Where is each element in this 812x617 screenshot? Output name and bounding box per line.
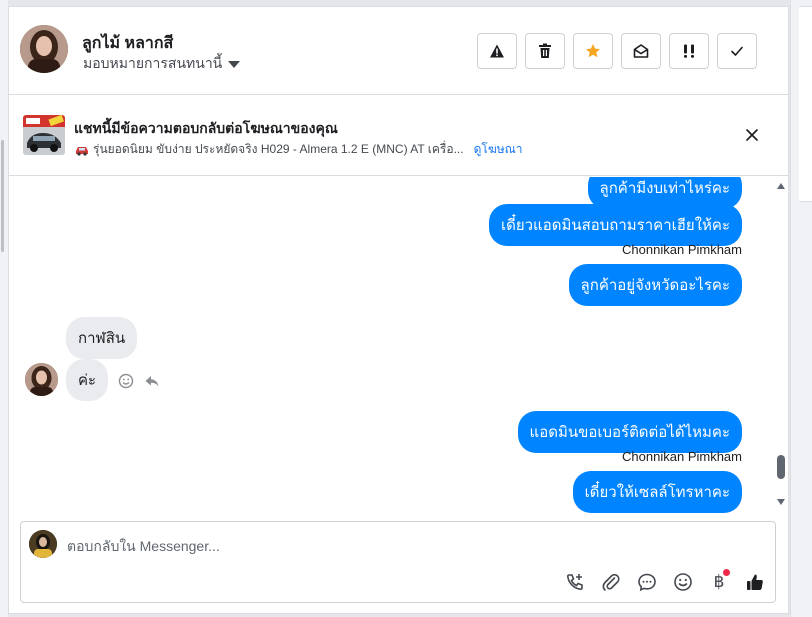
baht-icon: ฿ [713, 572, 725, 592]
sender-name: Chonnikan Pimkham [622, 242, 742, 257]
close-icon [746, 129, 758, 141]
close-banner-button[interactable] [743, 126, 761, 144]
mark-unread-button[interactable] [621, 33, 661, 69]
view-ad-link[interactable]: ดูโฆษณา [474, 140, 523, 159]
sender-name: Chonnikan Pimkham [622, 449, 742, 464]
ad-description: รุ่นยอดนิยม ขับง่าย ประหยัดจริง H029 - A… [93, 142, 464, 156]
left-scrollbar-thumb[interactable] [1, 140, 4, 252]
scrollbar-thumb[interactable] [777, 455, 785, 479]
outgoing-message[interactable]: เดี๋ยวให้เซลล์โทรหาคะ [572, 471, 742, 513]
right-edge [790, 0, 812, 617]
call-button[interactable] [563, 570, 587, 594]
reply-composer: ฿ [20, 521, 776, 603]
scroll-up-arrow-icon[interactable] [777, 183, 785, 189]
like-button[interactable] [743, 570, 767, 594]
smiley-icon [674, 573, 692, 591]
assign-conversation-label: มอบหมายการสนทนานี้ [83, 55, 223, 71]
chat-bubble-icon [638, 573, 656, 592]
contact-avatar[interactable] [20, 25, 68, 73]
scroll-down-arrow-icon[interactable] [777, 499, 785, 505]
header-actions [477, 33, 757, 69]
react-emoji-icon[interactable] [118, 373, 134, 389]
thumbs-up-icon [747, 574, 763, 590]
conversation-panel: ลูกไม้ หลากสี มอบหมายการสนทนานี้ แชทนี้ม… [8, 6, 789, 614]
conversation-header: ลูกไม้ หลากสี มอบหมายการสนทนานี้ [9, 7, 788, 95]
message-scrollbar[interactable] [775, 177, 788, 515]
outgoing-message[interactable]: เดี๋ยวแอดมินสอบถามราคาเฮียให้คะ [488, 204, 742, 246]
reply-input[interactable] [67, 536, 587, 556]
message-hover-tools [118, 373, 160, 389]
exclamation-icon [684, 44, 694, 58]
right-side-card [799, 6, 812, 202]
page-avatar [29, 530, 57, 558]
payment-button[interactable]: ฿ [707, 569, 731, 594]
delete-button[interactable] [525, 33, 565, 69]
follow-up-button[interactable] [669, 33, 709, 69]
star-button[interactable] [573, 33, 613, 69]
warning-icon [490, 44, 504, 58]
ad-banner-subtitle: รุ่นยอดนิยม ขับง่าย ประหยัดจริง H029 - A… [75, 140, 523, 159]
outgoing-message[interactable]: แอดมินขอเบอร์ติดต่อได้ไหมคะ [517, 411, 742, 453]
phone-plus-icon [566, 574, 583, 591]
saved-replies-button[interactable] [635, 570, 659, 594]
composer-toolbar: ฿ [563, 569, 767, 594]
trash-icon [539, 43, 551, 58]
paperclip-icon [602, 573, 620, 591]
assign-conversation-dropdown[interactable]: มอบหมายการสนทนานี้ [83, 53, 241, 75]
incoming-message[interactable]: กาฬสิน [66, 317, 138, 359]
mark-spam-button[interactable] [477, 33, 517, 69]
car-icon [76, 146, 88, 156]
emoji-button[interactable] [671, 570, 695, 594]
ad-reply-banner: แชทนี้มีข้อความตอบกลับต่อโฆษณาของคุณ รุ่… [9, 96, 788, 176]
incoming-message[interactable]: ค่ะ [66, 359, 109, 401]
ad-banner-title: แชทนี้มีข้อความตอบกลับต่อโฆษณาของคุณ [74, 120, 338, 136]
ad-thumbnail[interactable] [23, 115, 65, 155]
attach-button[interactable] [599, 570, 623, 594]
left-edge [0, 0, 8, 617]
outgoing-message[interactable]: ลูกค้าอยู่จังหวัดอะไรคะ [568, 264, 742, 306]
notification-dot [723, 569, 730, 576]
mark-done-button[interactable] [717, 33, 757, 69]
contact-avatar-small[interactable] [25, 363, 58, 396]
reply-arrow-icon[interactable] [144, 373, 160, 389]
message-thread[interactable]: ลูกค้ามีงบเท่าไหร่คะ เดี๋ยวแอดมินสอบถามร… [9, 177, 788, 515]
caret-down-icon [228, 60, 241, 68]
checkmark-icon [731, 46, 743, 56]
star-icon [586, 44, 600, 58]
envelope-open-icon [633, 44, 649, 58]
